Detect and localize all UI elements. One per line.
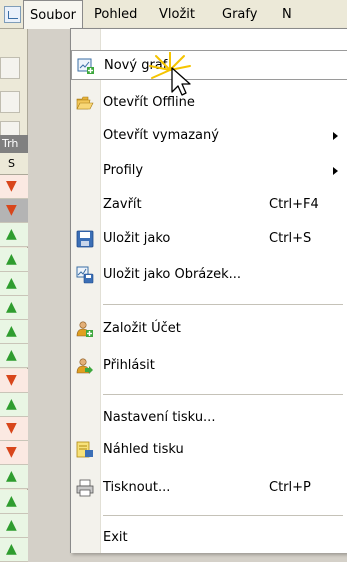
menu-item-label: Založit Účet	[103, 321, 181, 336]
new-account-icon	[76, 321, 93, 337]
menu-item-open-account[interactable]: Založit Účet	[71, 314, 347, 344]
market-row-down-arrow[interactable]: ▼	[0, 368, 28, 393]
down-arrow-icon: ▼	[6, 178, 17, 194]
submenu-arrow-icon	[333, 132, 338, 140]
save-picture-icon	[76, 266, 94, 284]
up-arrow-icon: ▲	[6, 347, 17, 364]
menu-pohled[interactable]: Pohled	[94, 0, 137, 29]
print-preview-icon	[76, 441, 93, 458]
market-row-up-arrow[interactable]: ▲	[0, 489, 28, 514]
menu-item-shortcut: Ctrl+F4	[269, 197, 319, 212]
printer-icon	[76, 479, 94, 497]
market-row-down-arrow[interactable]: ▼	[0, 175, 28, 199]
up-arrow-icon: ▲	[6, 250, 17, 267]
market-row-up-arrow[interactable]: ▲	[0, 465, 28, 490]
menu-item-exit[interactable]: Exit	[71, 523, 347, 553]
down-arrow-icon: ▼	[6, 420, 17, 436]
down-arrow-icon: ▼	[6, 371, 17, 388]
mouse-cursor-icon	[149, 52, 191, 96]
menu-grafy[interactable]: Grafy	[222, 0, 257, 29]
menu-separator	[103, 394, 343, 395]
menu-item-save-as-picture[interactable]: Uložit jako Obrázek...	[71, 260, 347, 290]
menu-item-print-setup[interactable]: Nastavení tisku...	[71, 403, 347, 433]
menu-item-label: Uložit jako	[103, 231, 171, 246]
menubar: Soubor Pohled Vložit Grafy N	[0, 0, 347, 29]
market-row-up-arrow[interactable]: ▲	[0, 344, 28, 369]
menu-item-label: Zavřít	[103, 197, 142, 212]
menu-item-label: Nastavení tisku...	[103, 410, 216, 425]
menu-item-label: Exit	[103, 530, 128, 545]
toolbar-button[interactable]	[0, 57, 20, 79]
login-icon	[76, 358, 93, 374]
menu-item-login[interactable]: Přihlásit	[71, 351, 347, 381]
menu-item-save-as[interactable]: Uložit jako Ctrl+S	[71, 224, 347, 254]
menu-soubor[interactable]: Soubor	[23, 0, 83, 29]
menu-item-label: Profily	[103, 163, 144, 178]
menu-item-profiles[interactable]: Profily	[71, 156, 347, 186]
market-row-up-arrow[interactable]: ▲	[0, 320, 28, 345]
market-row-up-arrow[interactable]: ▲	[0, 538, 28, 562]
menu-item-shortcut: Ctrl+P	[269, 480, 311, 495]
open-folder-icon	[76, 96, 94, 110]
menu-vlozit[interactable]: Vložit	[159, 0, 195, 29]
chart-window-icon[interactable]	[4, 6, 21, 23]
column-header-symbol[interactable]: S	[0, 153, 28, 175]
up-arrow-icon: ▲	[6, 468, 17, 485]
menu-separator	[103, 304, 343, 305]
market-row-up-arrow[interactable]: ▲	[0, 513, 28, 538]
menu-next[interactable]: N	[282, 0, 292, 29]
menu-item-label: Otevřít vymazaný	[103, 128, 219, 143]
menu-item-close[interactable]: Zavřít Ctrl+F4	[71, 190, 347, 220]
up-arrow-icon: ▲	[6, 299, 17, 315]
down-arrow-icon: ▼	[6, 202, 17, 219]
menu-item-label: Náhled tisku	[103, 442, 184, 457]
up-arrow-icon: ▲	[6, 226, 17, 243]
market-row-up-arrow[interactable]: ▲	[0, 223, 28, 248]
save-icon	[76, 230, 94, 248]
down-arrow-icon: ▼	[6, 444, 17, 461]
market-row-up-arrow[interactable]: ▲	[0, 271, 28, 296]
up-arrow-icon: ▲	[6, 516, 17, 533]
menu-item-open-offline[interactable]: Otevřít Offline	[71, 88, 347, 118]
market-row-down-arrow[interactable]: ▼	[0, 417, 28, 441]
submenu-arrow-icon	[333, 167, 338, 175]
toolbar-button[interactable]	[0, 91, 20, 113]
up-arrow-icon: ▲	[6, 541, 17, 557]
up-arrow-icon: ▲	[6, 274, 17, 291]
up-arrow-icon: ▲	[6, 395, 17, 412]
new-chart-icon	[77, 58, 94, 74]
up-arrow-icon: ▲	[6, 323, 17, 340]
up-arrow-icon: ▲	[6, 492, 17, 509]
menu-item-print[interactable]: Tisknout... Ctrl+P	[71, 473, 347, 503]
file-menu-dropdown: Nový graf Otevřít Offline Otevřít vymaza…	[70, 28, 347, 553]
menu-item-print-preview[interactable]: Náhled tisku	[71, 435, 347, 465]
market-row-down-arrow[interactable]: ▼	[0, 441, 28, 466]
menu-separator	[103, 515, 343, 516]
market-row-up-arrow[interactable]: ▲	[0, 296, 28, 320]
menu-item-shortcut: Ctrl+S	[269, 231, 312, 246]
market-watch-header: Trh	[0, 135, 28, 153]
market-row-up-arrow[interactable]: ▲	[0, 247, 28, 272]
market-row-up-arrow[interactable]: ▲	[0, 392, 28, 417]
market-row-down-arrow[interactable]: ▼	[0, 199, 28, 224]
menu-item-label: Přihlásit	[103, 358, 155, 373]
menu-item-label: Uložit jako Obrázek...	[103, 267, 242, 282]
menu-item-label: Tisknout...	[103, 480, 171, 495]
menu-item-new-chart[interactable]: Nový graf	[71, 50, 347, 80]
menu-item-open-deleted[interactable]: Otevřít vymazaný	[71, 121, 347, 151]
